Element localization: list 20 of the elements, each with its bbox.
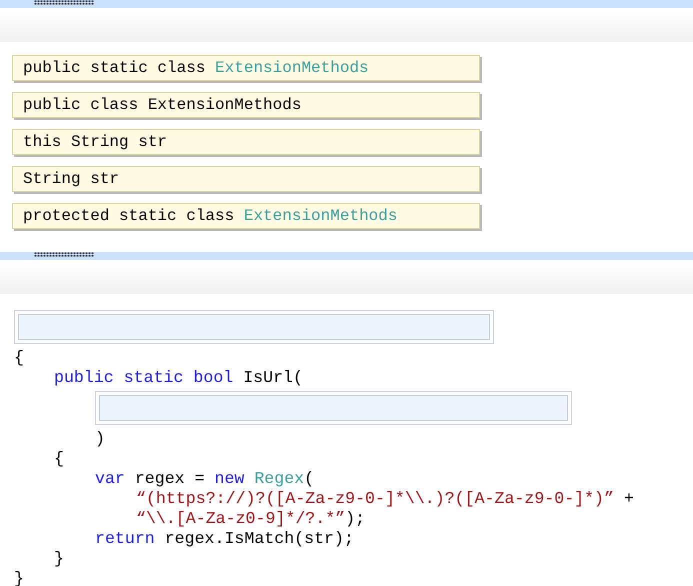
answer-option[interactable]: String str <box>12 166 480 192</box>
drop-field[interactable] <box>14 310 494 344</box>
answer-option[interactable]: public class ExtensionMethods <box>12 92 480 118</box>
drop-field[interactable] <box>95 391 572 425</box>
answer-option[interactable]: protected static class ExtensionMethods <box>12 203 480 229</box>
splitter-bar[interactable] <box>0 0 693 8</box>
code-line: “(https?://)?([A-Za-z9-0-]*\\.)?([A-Za-z9-0-]*)” + <box>136 489 634 509</box>
code-line: { <box>14 348 24 368</box>
answer-option[interactable]: this String str <box>12 129 480 155</box>
answer-option[interactable]: public static class ExtensionMethods <box>12 55 480 81</box>
grip-icon <box>34 0 94 5</box>
splitter-bar[interactable] <box>0 252 693 260</box>
grip-icon <box>34 252 94 257</box>
code-line: return regex.IsMatch(str); <box>95 529 354 549</box>
code-line: } <box>54 549 64 569</box>
code-line: public static bool IsUrl( <box>54 368 303 388</box>
code-line: ) <box>95 429 105 449</box>
code-line: { <box>54 449 64 469</box>
code-line: “\\.[A-Za-z0-9]*/?.*”); <box>136 509 366 529</box>
code-line: var regex = new Regex( <box>95 469 314 489</box>
